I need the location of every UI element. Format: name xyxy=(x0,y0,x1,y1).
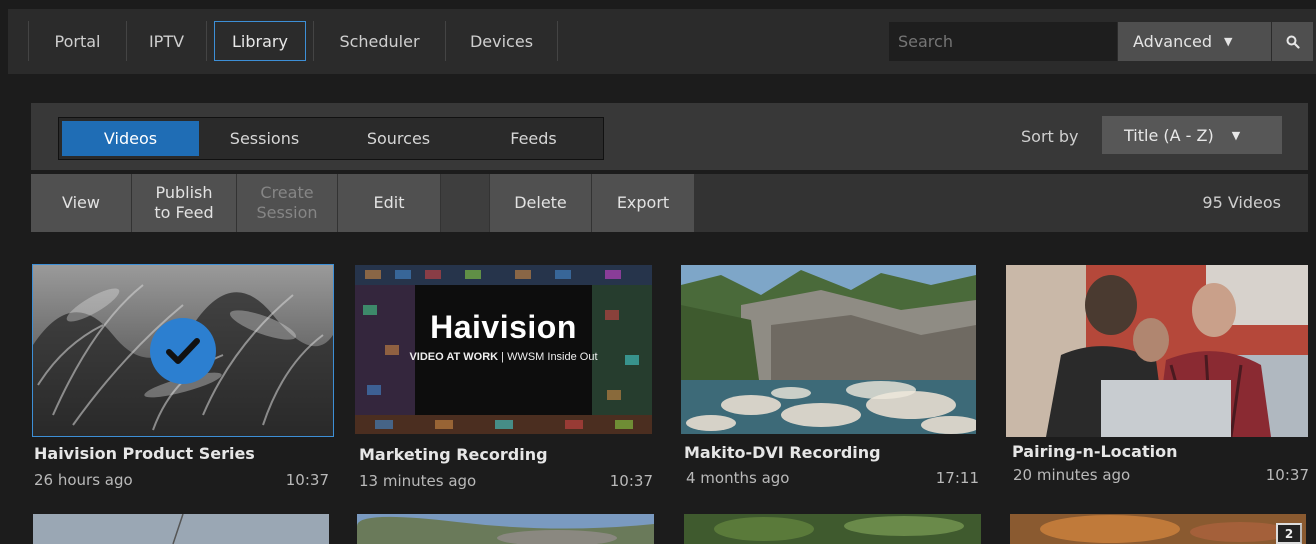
nav-iptv[interactable]: IPTV xyxy=(127,21,206,61)
video-duration: 10:37 xyxy=(609,472,653,490)
video-toolbar: View Publish to Feed Create Session Edit… xyxy=(31,174,1308,232)
video-thumbnail[interactable] xyxy=(1006,265,1308,437)
create-label-line2: Session xyxy=(256,203,318,222)
video-thumbnail[interactable]: Haivision VIDEO AT WORK | WWSM Inside Ou… xyxy=(355,265,652,434)
toolbar-spacer xyxy=(441,174,489,232)
tab-sources[interactable]: Sources xyxy=(330,121,467,156)
video-count: 95 Videos xyxy=(1202,193,1281,212)
create-label-line1: Create xyxy=(260,183,314,202)
create-session-button: Create Session xyxy=(237,174,337,232)
video-thumbnail[interactable] xyxy=(33,514,329,544)
caret-down-icon: ▼ xyxy=(1224,35,1233,48)
tab-feeds[interactable]: Feeds xyxy=(467,121,600,156)
publish-label-line1: Publish xyxy=(155,183,213,202)
sort-dropdown[interactable]: Title (A - Z) ▼ xyxy=(1102,116,1282,154)
video-age: 13 minutes ago xyxy=(359,472,477,490)
video-thumbnail[interactable] xyxy=(681,265,976,434)
thumbnail-caption: VIDEO AT WORK | WWSM Inside Out xyxy=(355,351,652,363)
sort-value: Title (A - Z) xyxy=(1124,125,1214,145)
video-thumbnail[interactable] xyxy=(1010,514,1306,544)
nav-library[interactable]: Library xyxy=(214,21,306,61)
nav-divider xyxy=(557,21,558,61)
search-button[interactable] xyxy=(1272,22,1313,61)
sort-by-label: Sort by xyxy=(1021,127,1079,146)
video-duration: 17:11 xyxy=(935,469,979,487)
advanced-search-dropdown[interactable]: Advanced ▼ xyxy=(1118,22,1271,61)
video-age: 26 hours ago xyxy=(34,471,133,489)
main-nav: Portal IPTV Library Scheduler Devices xyxy=(28,21,558,61)
video-duration: 10:37 xyxy=(285,471,329,489)
view-button[interactable]: View xyxy=(31,174,131,232)
thumbnail-tagline: VIDEO AT WORK xyxy=(409,351,499,363)
video-title: Pairing-n-Location xyxy=(1012,442,1178,461)
tab-videos[interactable]: Videos xyxy=(62,121,199,156)
publish-label-line2: to Feed xyxy=(154,203,214,222)
caret-down-icon: ▼ xyxy=(1231,128,1241,142)
video-age: 4 months ago xyxy=(686,469,790,487)
search-input[interactable] xyxy=(889,22,1117,61)
video-thumbnail[interactable] xyxy=(684,514,981,544)
nav-portal[interactable]: Portal xyxy=(29,21,126,61)
video-thumbnail[interactable] xyxy=(32,264,334,437)
delete-button[interactable]: Delete xyxy=(490,174,591,232)
search-icon xyxy=(1286,35,1300,49)
tab-sessions[interactable]: Sessions xyxy=(199,121,330,156)
nav-devices[interactable]: Devices xyxy=(446,21,557,61)
selected-check-icon xyxy=(150,318,216,384)
library-tabs: Videos Sessions Sources Feeds xyxy=(58,117,604,160)
nav-divider xyxy=(206,21,207,61)
publish-to-feed-button[interactable]: Publish to Feed xyxy=(132,174,236,232)
library-header: Videos Sessions Sources Feeds Sort by Ti… xyxy=(31,103,1308,170)
thumbnail-subtitle: WWSM Inside Out xyxy=(507,351,598,363)
top-navigation-bar: Portal IPTV Library Scheduler Devices Ad… xyxy=(8,9,1316,74)
thumbnail-brand: Haivision xyxy=(430,309,577,345)
video-title: Makito-DVI Recording xyxy=(684,443,881,462)
multi-part-badge: 2 xyxy=(1276,523,1302,544)
video-thumbnail[interactable] xyxy=(357,514,654,544)
video-title: Haivision Product Series xyxy=(34,444,255,463)
video-title: Marketing Recording xyxy=(359,445,548,464)
edit-button[interactable]: Edit xyxy=(338,174,440,232)
video-age: 20 minutes ago xyxy=(1013,466,1131,484)
advanced-label: Advanced xyxy=(1133,32,1213,51)
export-button[interactable]: Export xyxy=(592,174,694,232)
video-duration: 10:37 xyxy=(1265,466,1309,484)
nav-scheduler[interactable]: Scheduler xyxy=(314,21,445,61)
